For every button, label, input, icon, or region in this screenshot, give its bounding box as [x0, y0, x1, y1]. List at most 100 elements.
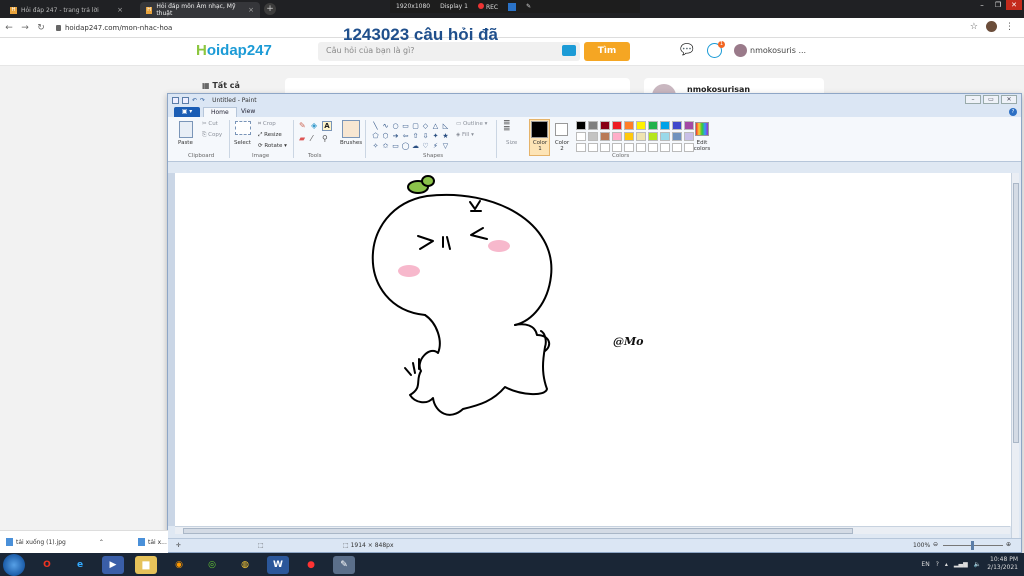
scroll-thumb[interactable]	[183, 528, 853, 534]
fill-icon[interactable]: ◈	[311, 121, 317, 130]
star-icon[interactable]: ☆	[970, 22, 978, 32]
palette-swatch[interactable]	[672, 121, 682, 130]
firefox-icon[interactable]: ◉	[168, 556, 190, 574]
palette-swatch[interactable]	[648, 121, 658, 130]
color1-swatch[interactable]	[531, 121, 548, 138]
clock[interactable]: 10:48 PM 2/13/2021	[987, 556, 1018, 572]
language-indicator[interactable]: EN	[921, 561, 929, 568]
zoom-out-icon[interactable]: ⊖	[933, 541, 938, 548]
brushes-button[interactable]: Brushes	[340, 140, 362, 146]
minimize-button[interactable]: –	[965, 95, 981, 104]
palette-swatch[interactable]	[576, 132, 586, 141]
brush-icon[interactable]	[342, 120, 360, 138]
site-logo[interactable]: Hoidap247	[196, 42, 272, 59]
redo-icon[interactable]: ↷	[200, 97, 205, 104]
url-field[interactable]: hoidap247.com/mon-nhac-hoa	[56, 24, 172, 32]
network-icon[interactable]: ▂▄▆	[954, 561, 968, 568]
palette-swatch[interactable]	[600, 121, 610, 130]
palette-swatch[interactable]	[672, 143, 682, 152]
start-button[interactable]	[3, 553, 25, 576]
zoom-slider-thumb[interactable]	[971, 541, 974, 550]
recorder-display[interactable]: Display 1	[440, 3, 468, 10]
horizontal-scrollbar[interactable]	[175, 526, 1010, 534]
explorer-icon[interactable]: ▆	[135, 555, 157, 574]
palette-swatch[interactable]	[660, 132, 670, 141]
file-menu-button[interactable]: ▣ ▾	[174, 107, 200, 117]
word-icon[interactable]: W	[267, 555, 289, 574]
palette-swatch[interactable]	[612, 132, 622, 141]
eraser-icon[interactable]: ▰	[299, 134, 305, 143]
clipboard-icon[interactable]	[179, 121, 193, 138]
app-icon[interactable]: ◎	[201, 556, 223, 574]
palette-swatch[interactable]	[624, 132, 634, 141]
chat-icon[interactable]: 💬	[680, 43, 695, 58]
color-palette[interactable]	[576, 121, 695, 153]
select-icon[interactable]	[235, 121, 251, 135]
up-arrow-icon[interactable]: ▴	[945, 561, 948, 568]
palette-swatch[interactable]	[636, 143, 646, 152]
recorder-icon[interactable]: ●	[300, 556, 322, 574]
text-icon[interactable]: A	[322, 121, 332, 131]
minimize-button[interactable]: –	[974, 0, 990, 10]
download-item[interactable]: tải xuống (1).jpg ⌃	[6, 538, 104, 546]
palette-swatch[interactable]	[588, 132, 598, 141]
drawing-canvas[interactable]: @Mo	[175, 173, 1013, 526]
palette-swatch[interactable]	[612, 143, 622, 152]
tab-view[interactable]: View	[234, 107, 262, 117]
help-icon[interactable]: ?	[1009, 108, 1017, 116]
palette-swatch[interactable]	[624, 121, 634, 130]
new-tab-button[interactable]: +	[264, 3, 276, 15]
reload-icon[interactable]: ↻	[34, 23, 48, 33]
maximize-button[interactable]: ▭	[983, 95, 999, 104]
stop-icon[interactable]	[508, 2, 517, 11]
edit-colors-button[interactable]: Edit colors	[692, 140, 712, 152]
user-menu[interactable]: nmokosuris ...	[734, 44, 806, 57]
palette-swatch[interactable]	[684, 121, 694, 130]
camera-icon[interactable]	[562, 45, 576, 56]
forward-icon[interactable]: →	[18, 23, 32, 33]
palette-swatch[interactable]	[600, 143, 610, 152]
fill-button[interactable]: ◈ Fill ▾	[456, 132, 474, 138]
edit-colors-icon[interactable]	[695, 122, 709, 136]
bell-icon[interactable]: 1	[707, 41, 725, 58]
volume-icon[interactable]: 🔈	[974, 561, 981, 568]
palette-swatch[interactable]	[576, 121, 586, 130]
palette-swatch[interactable]	[660, 143, 670, 152]
size-lines-icon[interactable]: ≡ ≡	[503, 119, 511, 134]
pencil-icon[interactable]: ✎	[299, 121, 306, 130]
palette-swatch[interactable]	[624, 143, 634, 152]
outline-button[interactable]: ▭ Outline ▾	[456, 121, 487, 127]
close-icon[interactable]: ×	[117, 6, 123, 14]
palette-swatch[interactable]	[588, 143, 598, 152]
palette-swatch[interactable]	[612, 121, 622, 130]
shapes-gallery[interactable]: ╲ ∿ ○ ▭ ▢ ◇ △ ◺ ⬠ ⬡ ➔ ⇦ ⇧ ⇩ ✦ ★ ✧ ✩ ▭ ◯ ☁ ♡ ⚡ ▽	[371, 122, 449, 150]
scroll-thumb[interactable]	[1013, 183, 1019, 443]
chrome-icon[interactable]: ◍	[234, 556, 256, 574]
close-window-button[interactable]: ✕	[1001, 95, 1017, 104]
zoom-in-icon[interactable]: ⊕	[1006, 541, 1011, 548]
download-item[interactable]: tải x...	[138, 538, 167, 546]
menu-icon[interactable]: ⋮	[1005, 22, 1014, 32]
search-button[interactable]: Tìm	[584, 42, 630, 61]
magnifier-icon[interactable]: ⚲	[322, 134, 328, 143]
resize-button[interactable]: ⤢ Resize	[258, 132, 282, 139]
cut-button[interactable]: ✂ Cut	[202, 121, 218, 127]
maximize-button[interactable]: ❐	[990, 0, 1006, 10]
color-picker-icon[interactable]: ⁄	[311, 134, 312, 143]
tab-home[interactable]: Home	[203, 107, 237, 117]
copy-button[interactable]: ⎘ Copy	[202, 132, 222, 139]
close-icon[interactable]: ×	[248, 6, 254, 14]
palette-swatch[interactable]	[636, 121, 646, 130]
profile-avatar[interactable]	[986, 21, 997, 32]
close-window-button[interactable]: ✕	[1006, 0, 1022, 10]
rotate-button[interactable]: ⟳ Rotate ▾	[258, 143, 287, 149]
palette-swatch[interactable]	[648, 132, 658, 141]
size-button[interactable]: Size	[506, 140, 517, 146]
vertical-scrollbar[interactable]	[1011, 173, 1019, 538]
back-icon[interactable]: ←	[2, 23, 16, 33]
palette-swatch[interactable]	[660, 121, 670, 130]
palette-swatch[interactable]	[636, 132, 646, 141]
pen-icon[interactable]: ✎	[526, 3, 531, 10]
palette-swatch[interactable]	[648, 143, 658, 152]
undo-icon[interactable]: ↶	[192, 97, 197, 104]
